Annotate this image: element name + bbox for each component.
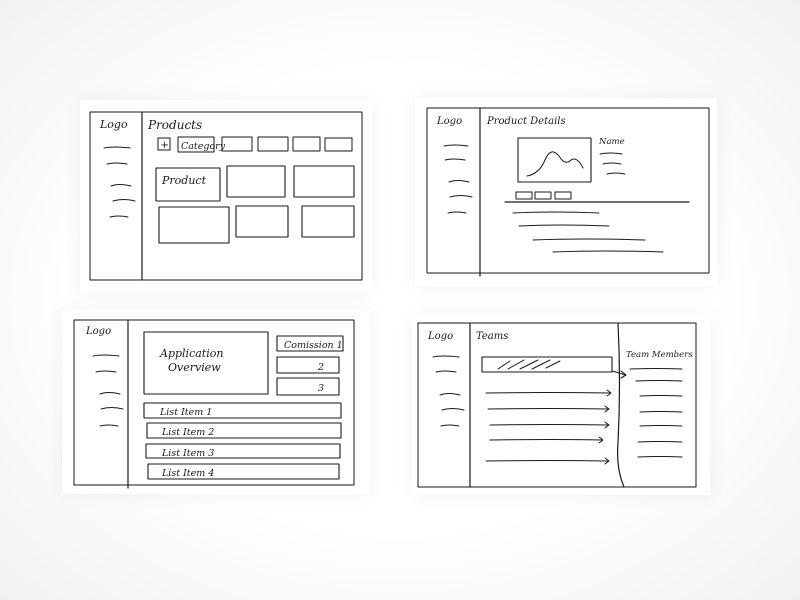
description-lines <box>512 211 664 253</box>
application-overview-wireframe: Logo Application Overview Comission 1 2 … <box>62 310 370 494</box>
filter-tab-4[interactable] <box>292 136 321 152</box>
logo-label: Logo <box>99 118 128 131</box>
category-tab-label: Category <box>181 141 226 152</box>
overview-title-line2: Overview <box>168 361 221 374</box>
teams-wireframe: Logo Teams Team Members <box>412 315 710 495</box>
commission-1-label: Comission 1 <box>284 340 343 351</box>
product-card-6[interactable] <box>301 205 355 238</box>
teams-sketch: Logo Teams Team Members <box>417 322 697 488</box>
logo-label: Logo <box>427 331 453 342</box>
product-card-label: Product <box>161 174 207 187</box>
list-item-label: List Item 3 <box>161 448 214 459</box>
selected-hatch <box>497 359 561 370</box>
team-member-rows <box>629 368 683 458</box>
product-name-label: Name <box>598 137 625 147</box>
image-placeholder-graph <box>526 151 584 177</box>
application-overview-sketch: Logo Application Overview Comission 1 2 … <box>73 319 355 489</box>
filter-tab-2[interactable] <box>221 136 253 152</box>
sidebar-nav-lines <box>443 144 473 214</box>
commission-card-2[interactable] <box>276 356 340 374</box>
sidebar-nav-lines <box>432 355 465 427</box>
products-sketch: Logo Products + Category Product <box>89 111 363 281</box>
thumbnail-1[interactable] <box>515 191 533 200</box>
commission-card-3[interactable] <box>276 377 340 396</box>
thumbnail-3[interactable] <box>554 191 572 200</box>
product-card-5[interactable] <box>235 205 289 238</box>
selected-team-row[interactable] <box>481 356 613 373</box>
page-title: Product Details <box>486 116 566 127</box>
team-members-divider <box>617 322 625 488</box>
commission-3-label: 3 <box>318 383 324 394</box>
sidebar-nav-lines <box>103 146 136 218</box>
product-info-lines <box>599 152 626 175</box>
sidebar-nav-lines <box>92 354 124 427</box>
commission-2-label: 2 <box>317 362 324 373</box>
product-card-4[interactable] <box>158 206 230 244</box>
add-symbol: + <box>161 140 169 151</box>
overview-title-line1: Application <box>159 347 223 360</box>
list-item-label: List Item 2 <box>161 427 214 438</box>
list-item-label: List Item 1 <box>159 407 212 418</box>
logo-label: Logo <box>85 326 111 337</box>
products-wireframe: Logo Products + Category Product <box>80 100 372 292</box>
page-title: Teams <box>476 331 508 342</box>
product-details-sketch: Logo Product Details Name <box>426 107 710 277</box>
thumbnail-2[interactable] <box>534 191 552 200</box>
list-item-label: List Item 4 <box>161 468 214 479</box>
product-card-3[interactable] <box>293 165 355 198</box>
team-members-title: Team Members <box>626 350 693 360</box>
filter-tab-5[interactable] <box>324 137 353 152</box>
team-list-rows <box>485 389 612 465</box>
filter-tab-3[interactable] <box>257 136 289 152</box>
product-card-2[interactable] <box>226 165 286 198</box>
product-details-wireframe: Logo Product Details Name <box>415 98 717 286</box>
page-title: Products <box>147 118 202 132</box>
logo-label: Logo <box>436 116 462 127</box>
